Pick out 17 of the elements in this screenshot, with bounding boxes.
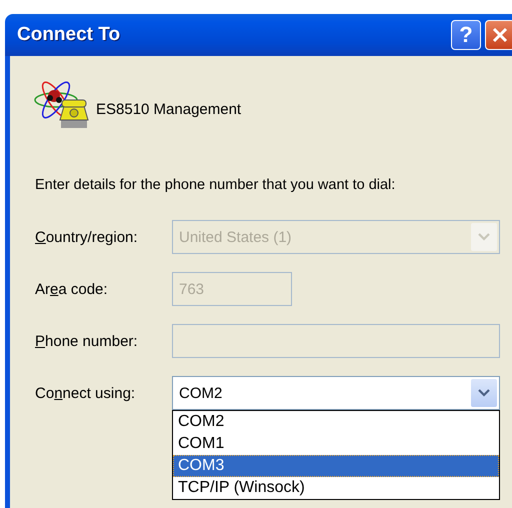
window-title: Connect To bbox=[17, 24, 122, 46]
close-icon bbox=[492, 27, 508, 43]
chevron-down-icon bbox=[478, 389, 490, 397]
dropdown-option[interactable]: TCP/IP (Winsock) bbox=[173, 477, 499, 499]
close-button[interactable] bbox=[485, 20, 512, 50]
dropdown-button[interactable] bbox=[471, 379, 497, 407]
help-button[interactable]: ? bbox=[451, 20, 481, 50]
field-label: Area code: bbox=[34, 280, 109, 298]
dropdown-option[interactable]: COM2 bbox=[173, 411, 499, 433]
field-label: Phone number: bbox=[34, 332, 139, 350]
chevron-down-icon bbox=[478, 233, 490, 241]
instruction-text: Enter details for the phone number that you want to dial: bbox=[35, 177, 396, 193]
connection-name: ES8510 Management bbox=[96, 100, 242, 118]
dropdown-option[interactable]: COM3 bbox=[173, 455, 499, 477]
dropdown-option[interactable]: COM1 bbox=[173, 433, 499, 455]
field-label: Connect using: bbox=[34, 384, 136, 402]
field-label: Country/region: bbox=[34, 228, 139, 246]
